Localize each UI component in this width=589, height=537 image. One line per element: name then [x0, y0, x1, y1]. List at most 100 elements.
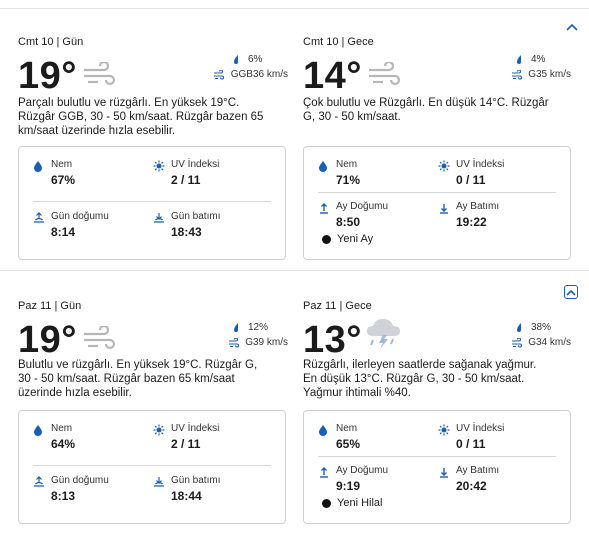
details-card: Nem 65% UV İndeksi 0 / 11 Ay Doğumu 9:19…: [303, 410, 571, 524]
uv-label: UV İndeksi: [171, 423, 220, 434]
uv-value: 0 / 11: [456, 173, 486, 187]
wind-value: G35 km/s: [528, 69, 571, 80]
humidity-drop-icon: [33, 159, 45, 172]
card-divider: [318, 456, 556, 457]
precip-value: 38%: [531, 322, 552, 333]
details-card: Nem 71% UV İndeksi 0 / 11 Ay Doğumu 8:50…: [303, 146, 571, 260]
uv-sun-icon: [438, 423, 450, 436]
humidity-value: 71%: [336, 173, 361, 187]
precip-value: 4%: [531, 54, 546, 65]
forecast-description: Parçalı bulutlu ve rüzgârlı. En yüksek 1…: [18, 97, 264, 137]
precip-wind-stats: 12% G39 km/s: [208, 320, 288, 350]
moonrise-icon: [318, 465, 330, 478]
wind-value: G34 km/s: [528, 337, 571, 348]
uv-label: UV İndeksi: [456, 159, 505, 170]
wind-small-icon: [510, 337, 522, 348]
forecast-description: Rüzgârlı, ilerleyen saatlerde sağanak ya…: [303, 359, 537, 399]
sunset-label: Gün batımı: [171, 211, 221, 222]
temperature: 19°: [18, 55, 77, 97]
sunset-icon: [153, 211, 165, 223]
details-card: Nem 67% UV İndeksi 2 / 11 Gün doğumu 8:1…: [18, 146, 286, 260]
wind-icon: [82, 60, 118, 93]
humidity-label: Nem: [51, 423, 73, 434]
raindrop-icon: [513, 322, 525, 333]
moonset-icon: [438, 201, 450, 214]
moonrise-label: Ay Doğumu: [336, 201, 389, 212]
moonrise-label: Ay Doğumu: [336, 465, 389, 476]
sunrise-value: 8:13: [51, 489, 76, 503]
moonrise-icon: [318, 201, 330, 214]
moon-phase-label: Yeni Hilal: [337, 497, 383, 509]
sunrise-label: Gün doğumu: [51, 211, 109, 222]
moonset-label: Ay Batımı: [456, 201, 500, 212]
humidity-label: Nem: [336, 159, 358, 170]
temperature: 13°: [303, 319, 362, 361]
forecast-description: Çok bulutlu ve Rüzgârlı. En düşük 14°C. …: [303, 97, 549, 123]
sunrise-label: Gün doğumu: [51, 475, 109, 486]
day-divider: [0, 270, 589, 271]
humidity-drop-icon: [318, 423, 330, 436]
moonset-label: Ay Batımı: [456, 465, 500, 476]
period-header: Paz 11 | Gün: [18, 300, 82, 312]
uv-value: 2 / 11: [171, 437, 201, 451]
wind-icon: [367, 60, 403, 93]
moonset-value: 20:42: [456, 479, 487, 493]
wind-small-icon: [510, 69, 522, 80]
wind-small-icon: [227, 337, 239, 348]
top-divider: [0, 8, 589, 9]
wind-value: G39 km/s: [245, 337, 288, 348]
humidity-value: 64%: [51, 437, 76, 451]
uv-sun-icon: [153, 159, 165, 172]
new-moon-icon: [322, 498, 331, 508]
collapse-chevron-up-icon[interactable]: [564, 285, 578, 299]
moon-phase-label: Yeni Ay: [337, 233, 374, 245]
raindrop-icon: [230, 54, 242, 65]
precip-wind-stats: 38% G34 km/s: [491, 320, 571, 350]
wind-value: GGB36 km/s: [230, 69, 288, 80]
wind-small-icon: [213, 69, 225, 80]
moon-phase: Yeni Ay: [322, 233, 373, 245]
precip-value: 12%: [248, 322, 269, 333]
moonset-value: 19:22: [456, 215, 487, 229]
period-header: Paz 11 | Gece: [303, 300, 372, 312]
moonrise-value: 9:19: [336, 479, 361, 493]
temperature: 14°: [303, 55, 362, 97]
precip-wind-stats: 4% G35 km/s: [491, 52, 571, 82]
sunrise-icon: [33, 211, 45, 223]
thunderstorm-icon: [365, 316, 403, 355]
card-divider: [33, 465, 271, 466]
uv-label: UV İndeksi: [171, 159, 220, 170]
period-header: Cmt 10 | Gece: [303, 36, 374, 48]
temperature: 19°: [18, 319, 77, 361]
period-header: Cmt 10 | Gün: [18, 36, 84, 48]
moon-phase: Yeni Hilal: [322, 497, 382, 509]
sunrise-value: 8:14: [51, 225, 76, 239]
collapse-chevron-up-icon[interactable]: [565, 20, 579, 34]
precip-value: 6%: [248, 54, 263, 65]
sunset-icon: [153, 475, 165, 487]
wind-icon: [82, 324, 118, 357]
humidity-value: 67%: [51, 173, 76, 187]
card-divider: [33, 201, 271, 202]
uv-sun-icon: [153, 423, 165, 436]
humidity-value: 65%: [336, 437, 361, 451]
moonrise-value: 8:50: [336, 215, 361, 229]
uv-value: 2 / 11: [171, 173, 201, 187]
card-divider: [318, 192, 556, 193]
sunrise-icon: [33, 475, 45, 487]
humidity-drop-icon: [318, 159, 330, 172]
uv-sun-icon: [438, 159, 450, 172]
precip-wind-stats: 6% GGB36 km/s: [208, 52, 288, 82]
humidity-drop-icon: [33, 423, 45, 436]
sunset-value: 18:43: [171, 225, 202, 239]
raindrop-icon: [230, 322, 242, 333]
moonset-icon: [438, 465, 450, 478]
uv-value: 0 / 11: [456, 437, 486, 451]
humidity-label: Nem: [51, 159, 73, 170]
forecast-description: Bulutlu ve rüzgârlı. En yüksek 19°C. Rüz…: [18, 359, 258, 399]
sunset-value: 18:44: [171, 489, 202, 503]
uv-label: UV İndeksi: [456, 423, 505, 434]
details-card: Nem 64% UV İndeksi 2 / 11 Gün doğumu 8:1…: [18, 410, 286, 524]
sunset-label: Gün batımı: [171, 475, 221, 486]
raindrop-icon: [513, 54, 525, 65]
